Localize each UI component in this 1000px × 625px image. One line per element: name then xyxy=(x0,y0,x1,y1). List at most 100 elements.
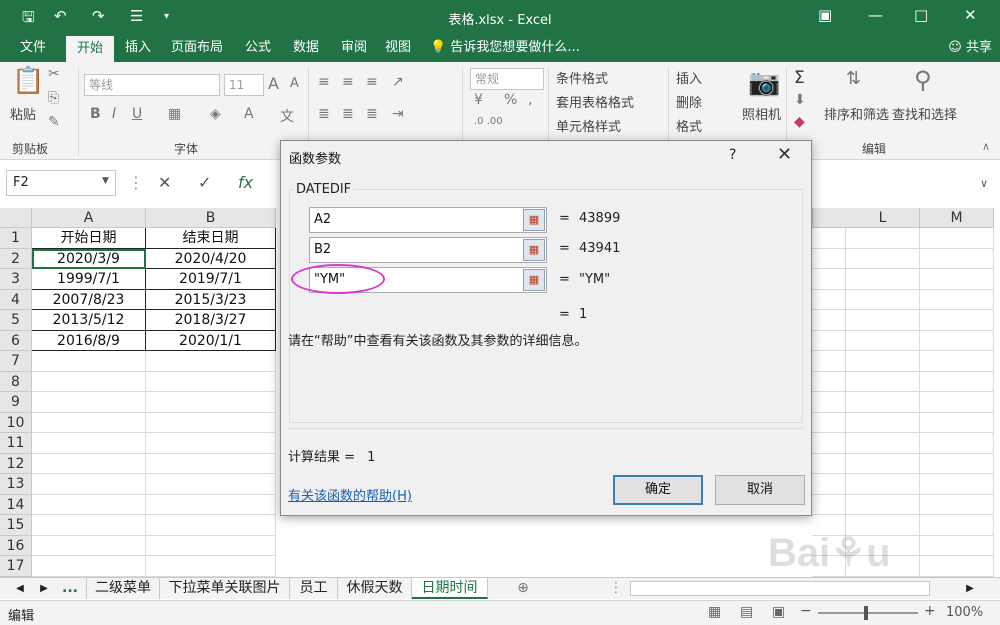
tab-page-layout[interactable]: 页面布局 xyxy=(164,34,230,62)
align-top-icon[interactable]: ≡ xyxy=(318,74,330,90)
format-cells-button[interactable]: 格式 xyxy=(676,116,702,135)
grid-cell[interactable] xyxy=(846,289,920,310)
expand-formula-icon[interactable]: ∨ xyxy=(980,177,988,190)
align-middle-icon[interactable]: ≡ xyxy=(342,74,354,90)
column-header-l[interactable]: L xyxy=(846,208,920,228)
maximize-icon[interactable]: □ xyxy=(914,6,928,24)
conditional-format-button[interactable]: 条件格式 xyxy=(556,68,608,87)
dialog-close-icon[interactable]: ✕ xyxy=(777,144,792,165)
grid-cell[interactable] xyxy=(146,412,276,433)
grid-cell[interactable] xyxy=(146,392,276,413)
row-header[interactable]: 16 xyxy=(0,535,32,556)
row-header[interactable]: 3 xyxy=(0,269,32,290)
normal-view-icon[interactable]: ▦ xyxy=(708,604,721,620)
row-header[interactable]: 9 xyxy=(0,392,32,413)
grid-cell[interactable] xyxy=(32,494,146,515)
find-icon[interactable]: ⚲ xyxy=(914,66,932,94)
arg3-collapse-icon[interactable]: ▦ xyxy=(523,269,545,291)
grid-cell[interactable]: 2019/7/1 xyxy=(146,269,276,290)
find-select-label[interactable]: 查找和选择 xyxy=(892,104,957,123)
increase-decimal-icon[interactable]: .0 .00 xyxy=(474,116,503,127)
grid-cell[interactable] xyxy=(146,474,276,495)
grid-cell[interactable] xyxy=(812,371,846,392)
grid-cell[interactable]: 1999/7/1 xyxy=(32,269,146,290)
grid-cell[interactable] xyxy=(812,494,846,515)
minimize-icon[interactable]: — xyxy=(868,6,883,24)
grid-cell[interactable] xyxy=(920,289,994,310)
autosum-icon[interactable]: Σ xyxy=(794,68,805,88)
grid-cell[interactable] xyxy=(32,535,146,556)
grid-cell[interactable] xyxy=(146,433,276,454)
font-color-icon[interactable]: A xyxy=(244,106,254,122)
grid-cell[interactable] xyxy=(32,412,146,433)
grid-cell[interactable]: 2007/8/23 xyxy=(32,289,146,310)
bold-icon[interactable]: B xyxy=(90,106,101,122)
sort-filter-icon[interactable]: ⇅ xyxy=(846,68,861,89)
grid-cell[interactable] xyxy=(846,330,920,351)
grid-cell[interactable] xyxy=(846,412,920,433)
sort-filter-label[interactable]: 排序和筛选 xyxy=(824,104,889,123)
grid-cell[interactable]: 2020/4/20 xyxy=(146,248,276,269)
clear-icon[interactable]: ◆ xyxy=(794,114,805,130)
grid-cell[interactable] xyxy=(920,228,994,249)
sheet-tab-active[interactable]: 日期时间 xyxy=(412,578,488,599)
grid-cell[interactable] xyxy=(920,310,994,331)
fill-icon[interactable]: ⬇ xyxy=(794,92,806,108)
row-header[interactable]: 12 xyxy=(0,453,32,474)
grid-cell[interactable] xyxy=(920,474,994,495)
zoom-slider-thumb[interactable] xyxy=(864,606,868,620)
grid-cell[interactable] xyxy=(812,248,846,269)
paste-icon[interactable]: 📋 xyxy=(12,66,44,96)
more-sheets[interactable]: ... xyxy=(56,578,84,599)
page-layout-view-icon[interactable]: ▤ xyxy=(740,604,753,620)
orientation-icon[interactable]: ↗ xyxy=(392,74,404,90)
shrink-font-icon[interactable]: A xyxy=(290,76,299,91)
row-header[interactable]: 5 xyxy=(0,310,32,331)
grid-cell[interactable]: 开始日期 xyxy=(32,228,146,249)
row-header[interactable]: 8 xyxy=(0,371,32,392)
grid-cell[interactable] xyxy=(812,412,846,433)
grid-cell[interactable]: 2016/8/9 xyxy=(32,330,146,351)
column-header-a[interactable]: A xyxy=(32,208,146,228)
format-painter-icon[interactable]: ✎ xyxy=(48,114,60,130)
grid-cell[interactable] xyxy=(812,433,846,454)
ok-button[interactable]: 确定 xyxy=(613,475,703,505)
cancel-button[interactable]: 取消 xyxy=(715,475,805,505)
grid-cell[interactable] xyxy=(812,310,846,331)
grid-cell[interactable] xyxy=(146,515,276,536)
underline-icon[interactable]: U xyxy=(132,106,142,122)
grid-cell[interactable] xyxy=(920,248,994,269)
split-handle-icon[interactable]: ⋮ xyxy=(606,578,626,599)
grid-cell[interactable] xyxy=(920,535,994,556)
indent-icon[interactable]: ⇥ xyxy=(392,106,404,122)
row-header[interactable]: 11 xyxy=(0,433,32,454)
grid-cell[interactable] xyxy=(146,556,276,577)
grid-cell[interactable] xyxy=(920,269,994,290)
arg1-input[interactable]: A2 xyxy=(309,207,547,233)
grid-cell[interactable] xyxy=(32,351,146,372)
dialog-help-button[interactable]: ? xyxy=(729,147,736,163)
tab-home[interactable]: 开始 xyxy=(66,36,114,62)
row-header[interactable]: 6 xyxy=(0,330,32,351)
align-right-icon[interactable]: ≣ xyxy=(366,106,378,122)
tab-formulas[interactable]: 公式 xyxy=(236,34,280,62)
copy-icon[interactable]: ⎘ xyxy=(48,90,59,106)
grid-cell[interactable] xyxy=(846,433,920,454)
table-format-button[interactable]: 套用表格格式 xyxy=(556,92,634,111)
grid-cell[interactable] xyxy=(920,392,994,413)
grid-cell[interactable] xyxy=(32,556,146,577)
share-button[interactable]: ☺ 共享 xyxy=(948,34,992,62)
grid-cell[interactable] xyxy=(920,494,994,515)
row-header[interactable]: 15 xyxy=(0,515,32,536)
column-header-b[interactable]: B xyxy=(146,208,276,228)
cell-style-button[interactable]: 单元格样式 xyxy=(556,116,621,135)
fill-color-icon[interactable]: ◈ xyxy=(210,106,221,122)
grid-cell[interactable] xyxy=(920,412,994,433)
grid-cell[interactable] xyxy=(812,289,846,310)
align-bottom-icon[interactable]: ≡ xyxy=(366,74,378,90)
grid-cell[interactable] xyxy=(32,371,146,392)
grow-font-icon[interactable]: A xyxy=(268,74,279,93)
sheet-tab[interactable]: 员工 xyxy=(290,578,338,599)
grid-cell[interactable] xyxy=(846,392,920,413)
grid-cell[interactable]: 2018/3/27 xyxy=(146,310,276,331)
